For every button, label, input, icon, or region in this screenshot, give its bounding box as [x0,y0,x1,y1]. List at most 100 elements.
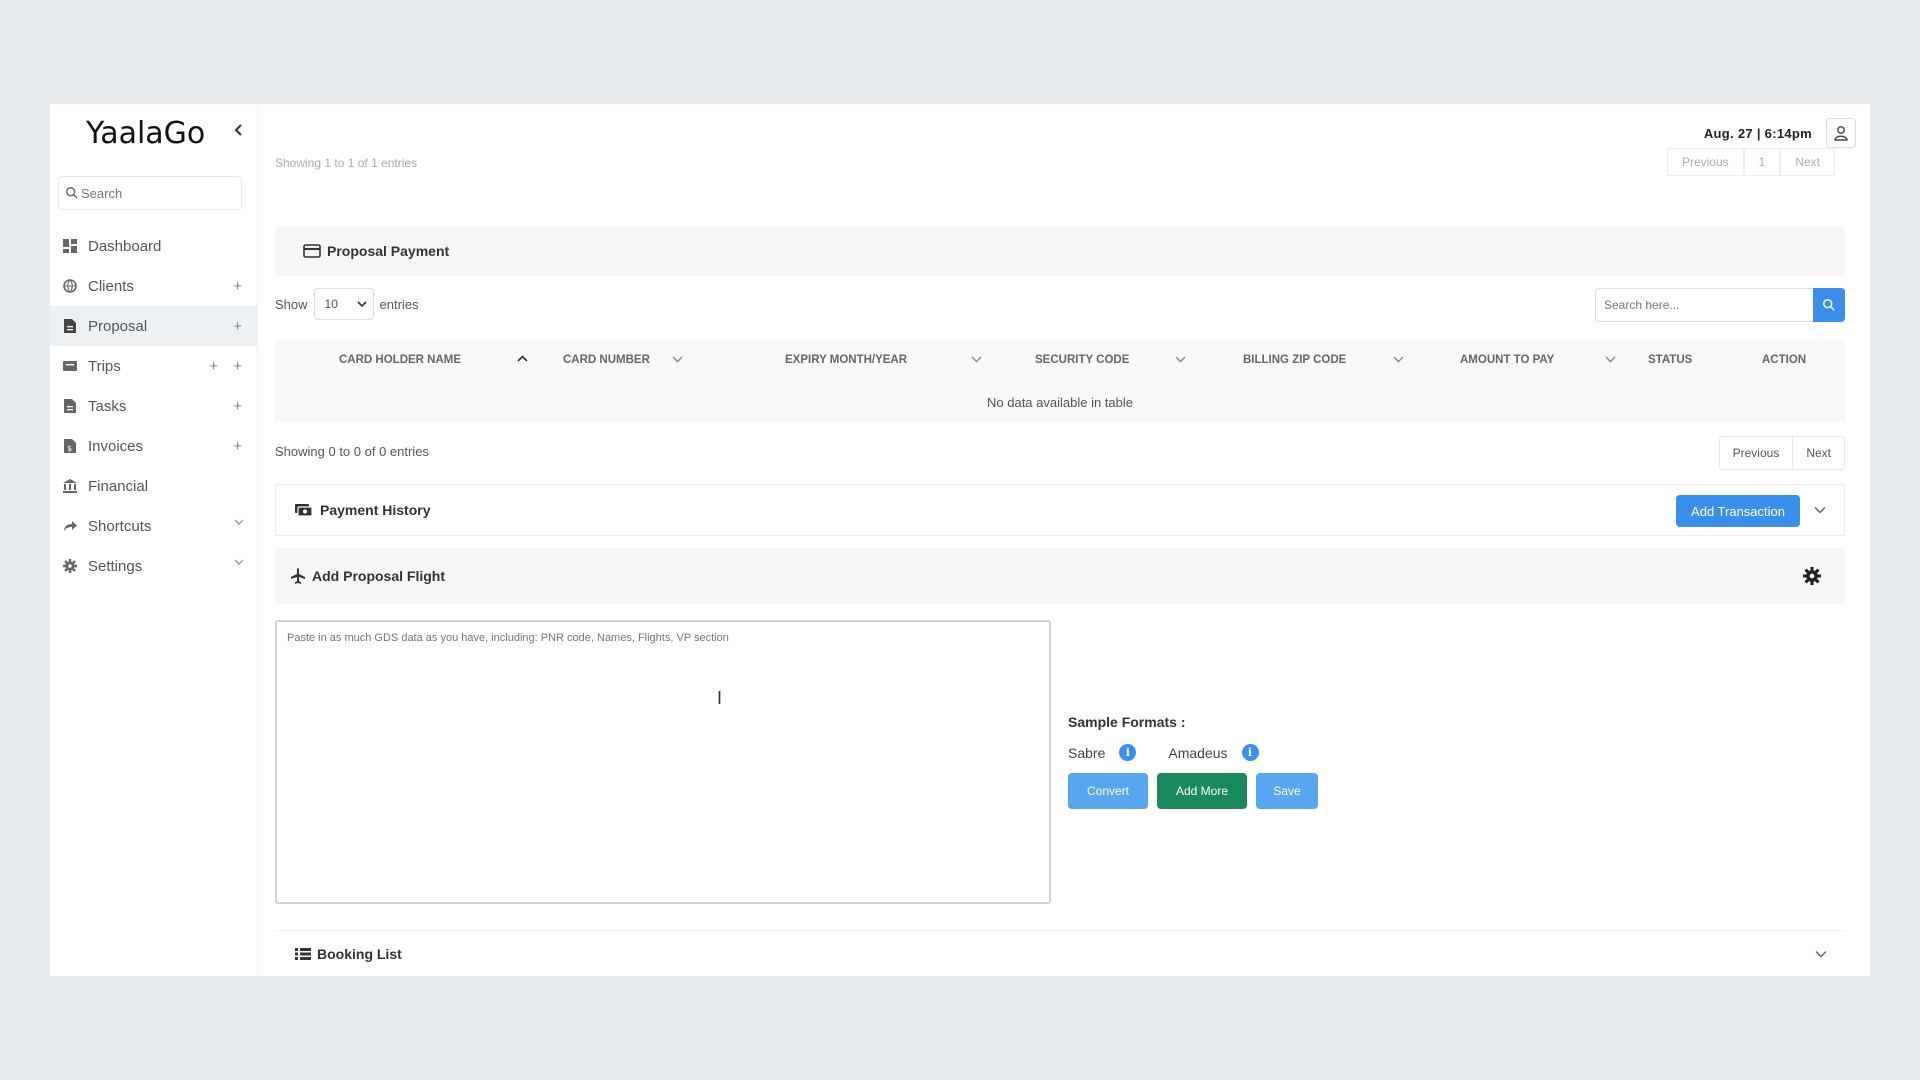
add-transaction-button[interactable]: Add Transaction [1676,495,1800,527]
col-status[interactable]: STATUS [1648,354,1692,366]
text-cursor-icon: I [717,688,723,708]
sidebar-item-label: Proposal [88,317,148,335]
airplane-icon [291,568,305,584]
sidebar-item-label: Financial [88,477,149,495]
previous-table-pager: Previous 1 Next [1666,148,1835,176]
sidebar-item-label: Clients [88,277,134,295]
amadeus-label: Amadeus [1168,744,1228,761]
payment-history-title: Payment History [294,502,430,518]
main-content: Showing 1 to 1 of 1 entries Previous 1 N… [275,104,1845,976]
dashboard-icon [62,238,78,254]
pagination: Previous Next [1718,436,1845,470]
sidebar-nav: Dashboard Clients + Proposal + Trips + +… [50,226,258,586]
list-icon [295,947,311,960]
col-expiry[interactable]: EXPIRY MONTH/YEAR [785,354,907,366]
col-action: ACTION [1762,354,1807,366]
sabre-info-icon[interactable]: i [1119,744,1137,761]
sidebar-item-financial[interactable]: Financial [50,466,258,506]
bank-icon [62,478,78,494]
gds-data-textarea[interactable] [275,620,1051,904]
add-task-icon[interactable]: + [233,398,242,415]
chevron-down-icon[interactable] [1815,950,1827,958]
sidebar-item-label: Dashboard [88,237,162,255]
sort-desc-icon[interactable] [1393,355,1404,363]
col-card-holder-name[interactable]: CARD HOLDER NAME [339,354,461,366]
task-document-icon [62,398,78,414]
sidebar-item-label: Settings [88,557,143,575]
add-trip-alt-icon[interactable]: + [233,358,242,375]
col-security-code[interactable]: SECURITY CODE [1035,354,1129,366]
sample-formats: Sample Formats : Sabre i Amadeus i Conve… [1068,714,1327,809]
table-search [1595,288,1845,322]
proposal-payment-table: CARD HOLDER NAME CARD NUMBER EXPIRY MONT… [275,340,1845,422]
sort-asc-icon[interactable] [517,355,528,363]
sidebar: YaalaGo Dashboard Clients + Proposal + [50,104,258,976]
app-logo: YaalaGo [86,116,206,151]
add-client-icon[interactable]: + [233,278,242,295]
trips-icon [62,358,78,374]
ghost-previous-button[interactable]: Previous [1666,148,1744,176]
sort-desc-icon[interactable] [1175,355,1186,363]
gear-icon[interactable] [1803,567,1821,585]
chevron-down-icon[interactable] [1814,506,1826,514]
proposal-payment-title: Proposal Payment [303,243,449,259]
convert-button[interactable]: Convert [1068,773,1148,809]
gear-icon [62,558,78,574]
col-amount-to-pay[interactable]: AMOUNT TO PAY [1460,354,1554,366]
ghost-page-button[interactable]: 1 [1743,148,1781,176]
table-search-input[interactable] [1595,288,1813,322]
add-proposal-flight-title: Add Proposal Flight [290,568,445,584]
sidebar-item-shortcuts[interactable]: Shortcuts [50,506,258,546]
flight-actions: Convert Add More Save [1068,773,1327,809]
sidebar-item-dashboard[interactable]: Dashboard [50,226,258,266]
col-billing-zip[interactable]: BILLING ZIP CODE [1243,354,1346,366]
sidebar-search[interactable] [58,176,242,210]
booking-list-section: Booking List [275,930,1845,976]
sidebar-item-settings[interactable]: Settings [50,546,258,586]
sidebar-item-label: Invoices [88,437,144,455]
sidebar-item-tasks[interactable]: Tasks + [50,386,258,426]
amadeus-info-icon[interactable]: i [1241,744,1259,761]
chevron-down-icon [356,301,367,308]
sidebar-item-label: Trips [88,357,121,375]
sort-desc-icon[interactable] [672,355,683,363]
sidebar-item-label: Tasks [88,397,127,415]
sidebar-search-input[interactable] [81,185,231,201]
booking-list-title: Booking List [295,946,402,962]
entries-select[interactable]: 10 [313,288,374,320]
money-icon [295,504,313,517]
chevron-down-icon[interactable] [234,558,244,566]
table-search-button[interactable] [1813,288,1845,322]
next-page-button[interactable]: Next [1792,437,1844,469]
previous-table-info: Showing 1 to 1 of 1 entries [275,156,418,170]
table-info: Showing 0 to 0 of 0 entries [275,444,429,459]
sidebar-item-clients[interactable]: Clients + [50,266,258,306]
ghost-next-button[interactable]: Next [1780,148,1835,176]
previous-page-button[interactable]: Previous [1720,437,1793,469]
collapse-sidebar-button[interactable] [234,120,244,143]
col-card-number[interactable]: CARD NUMBER [563,354,650,366]
svg-text:$: $ [67,444,72,453]
chevron-left-icon [234,124,242,136]
app-window: YaalaGo Dashboard Clients + Proposal + [50,104,1870,976]
search-icon [66,187,78,199]
add-trip-icon[interactable]: + [209,358,218,375]
sort-desc-icon[interactable] [971,355,982,363]
sidebar-item-proposal[interactable]: Proposal + [50,306,258,346]
entries-control: Show 10 entries [275,288,419,320]
sidebar-item-invoices[interactable]: $ Invoices + [50,426,258,466]
add-more-button[interactable]: Add More [1157,773,1247,809]
search-icon [1822,298,1835,311]
globe-icon [62,278,78,294]
sort-desc-icon[interactable] [1605,355,1616,363]
save-button[interactable]: Save [1256,773,1318,809]
credit-card-icon [303,244,321,258]
proposal-payment-header: Proposal Payment [275,226,1845,276]
sidebar-item-trips[interactable]: Trips + + [50,346,258,386]
add-proposal-icon[interactable]: + [233,318,242,335]
sample-formats-title: Sample Formats : [1068,714,1186,730]
sabre-label: Sabre [1068,744,1106,761]
add-invoice-icon[interactable]: + [233,438,242,455]
chevron-down-icon[interactable] [234,518,244,526]
invoice-icon: $ [62,438,78,454]
